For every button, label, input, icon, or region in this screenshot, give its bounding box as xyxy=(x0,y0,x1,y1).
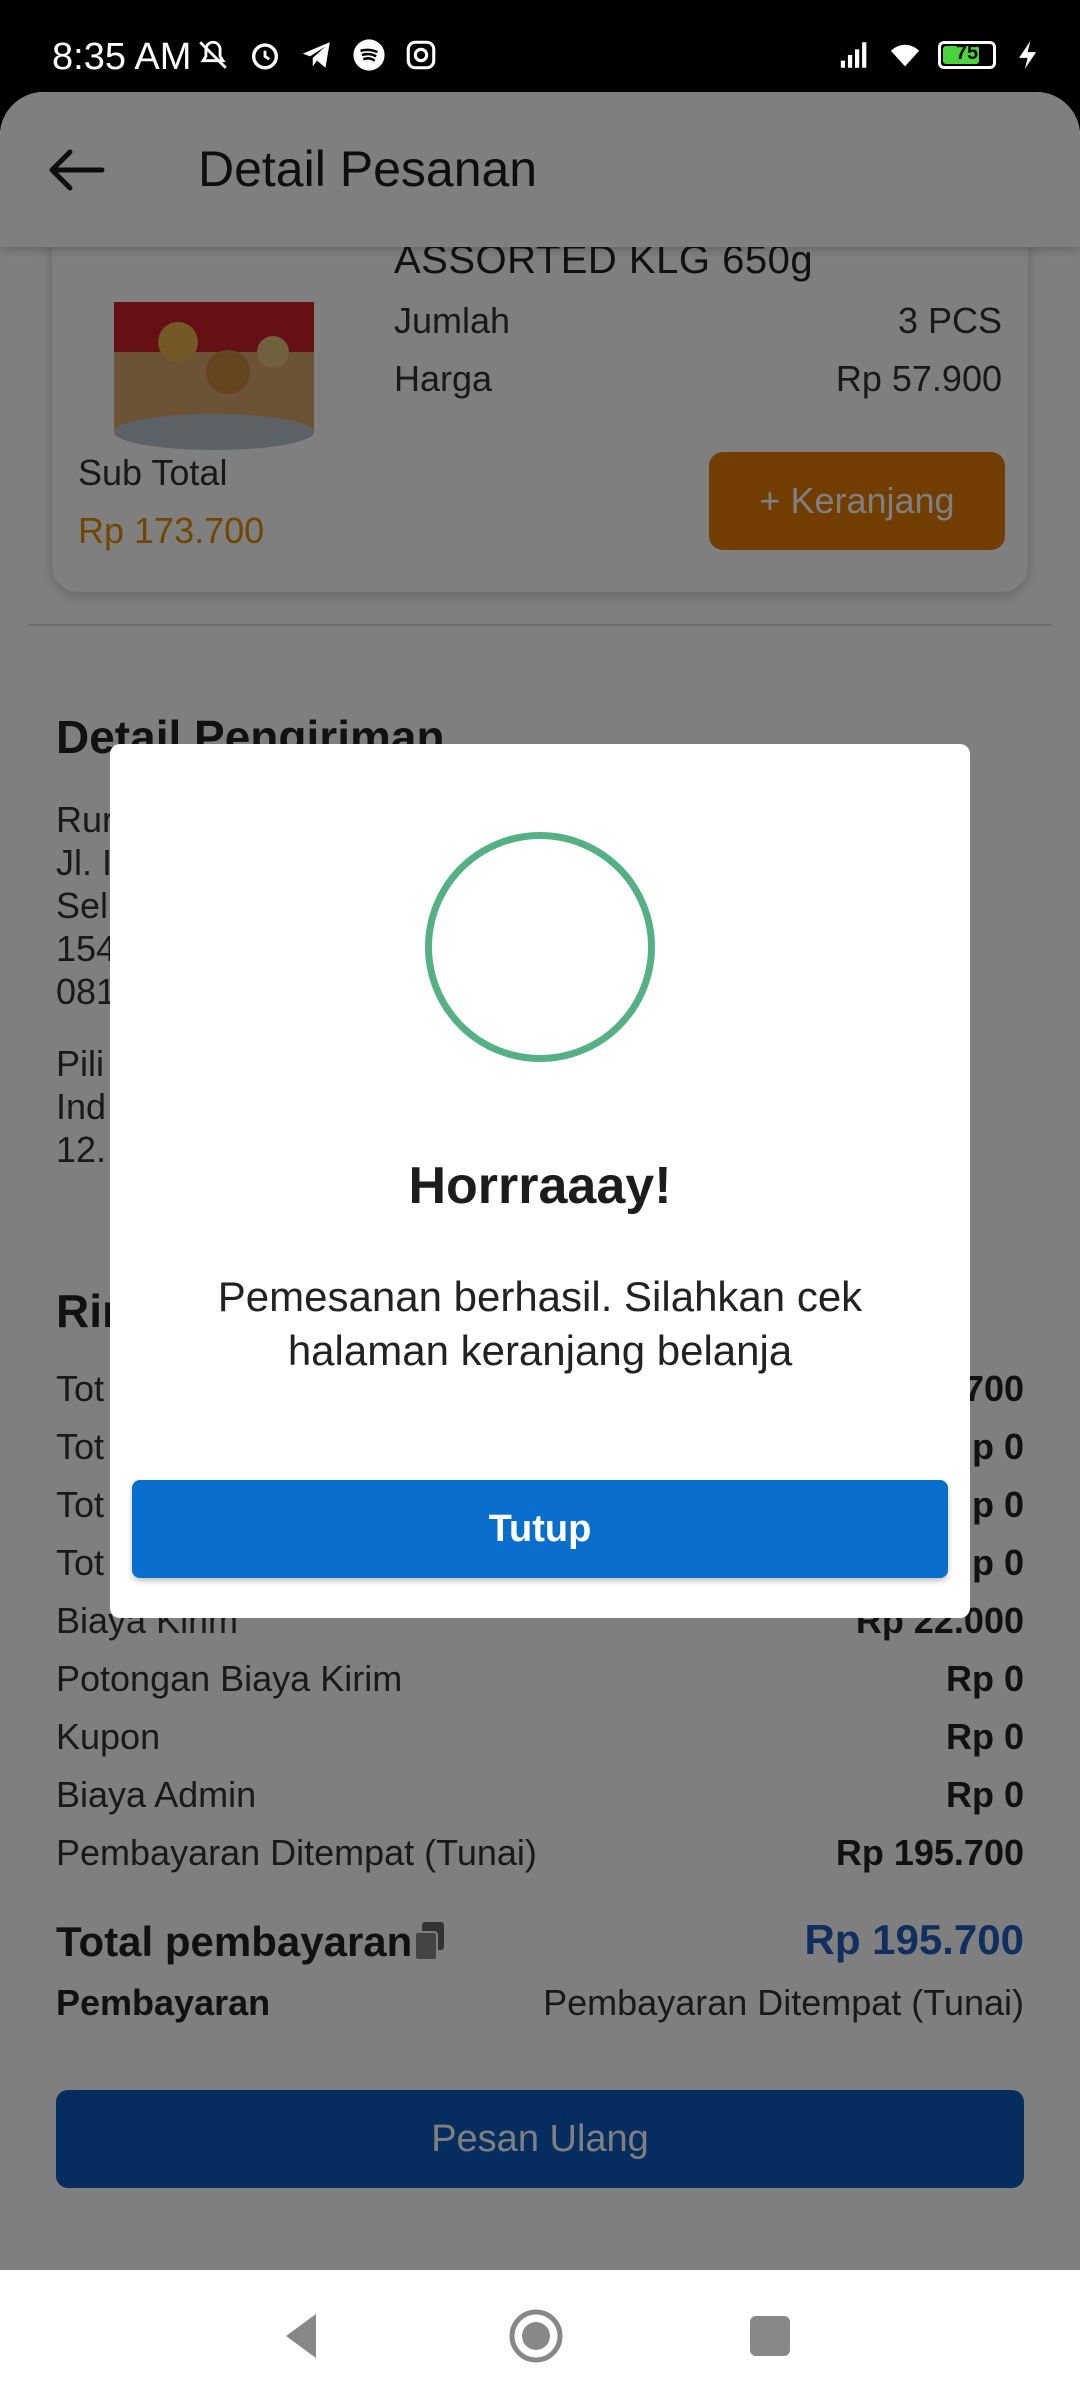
nav-home-icon[interactable] xyxy=(506,2306,566,2366)
instagram-icon xyxy=(406,40,436,70)
nav-back-icon[interactable] xyxy=(272,2306,332,2366)
notification-icons xyxy=(196,38,438,72)
wifi-icon xyxy=(890,44,920,67)
status-bar: 8:35 AM 75 xyxy=(0,0,1080,92)
battery-icon: 75 xyxy=(938,41,996,69)
spotify-icon xyxy=(353,39,385,71)
close-button[interactable]: Tutup xyxy=(132,1480,948,1578)
system-icons: 75 xyxy=(838,38,1046,72)
system-nav-bar xyxy=(0,2270,1080,2400)
mute-icon xyxy=(199,40,227,69)
dialog-message: Pemesanan berhasil. Silahkan cek halaman… xyxy=(217,1273,863,1374)
success-circle-icon xyxy=(425,832,655,1062)
charging-icon xyxy=(1019,40,1037,70)
success-dialog: Horrraaay! Pemesanan berhasil. Silahkan … xyxy=(110,744,970,1618)
battery-level: 75 xyxy=(955,42,979,64)
nav-recents-icon[interactable] xyxy=(740,2306,800,2366)
dialog-title: Horrraaay! xyxy=(408,1157,672,1215)
signal-icon xyxy=(840,42,867,68)
status-time: 8:35 AM xyxy=(52,36,192,78)
telegram-icon xyxy=(302,42,330,68)
alarm-icon xyxy=(251,43,279,70)
